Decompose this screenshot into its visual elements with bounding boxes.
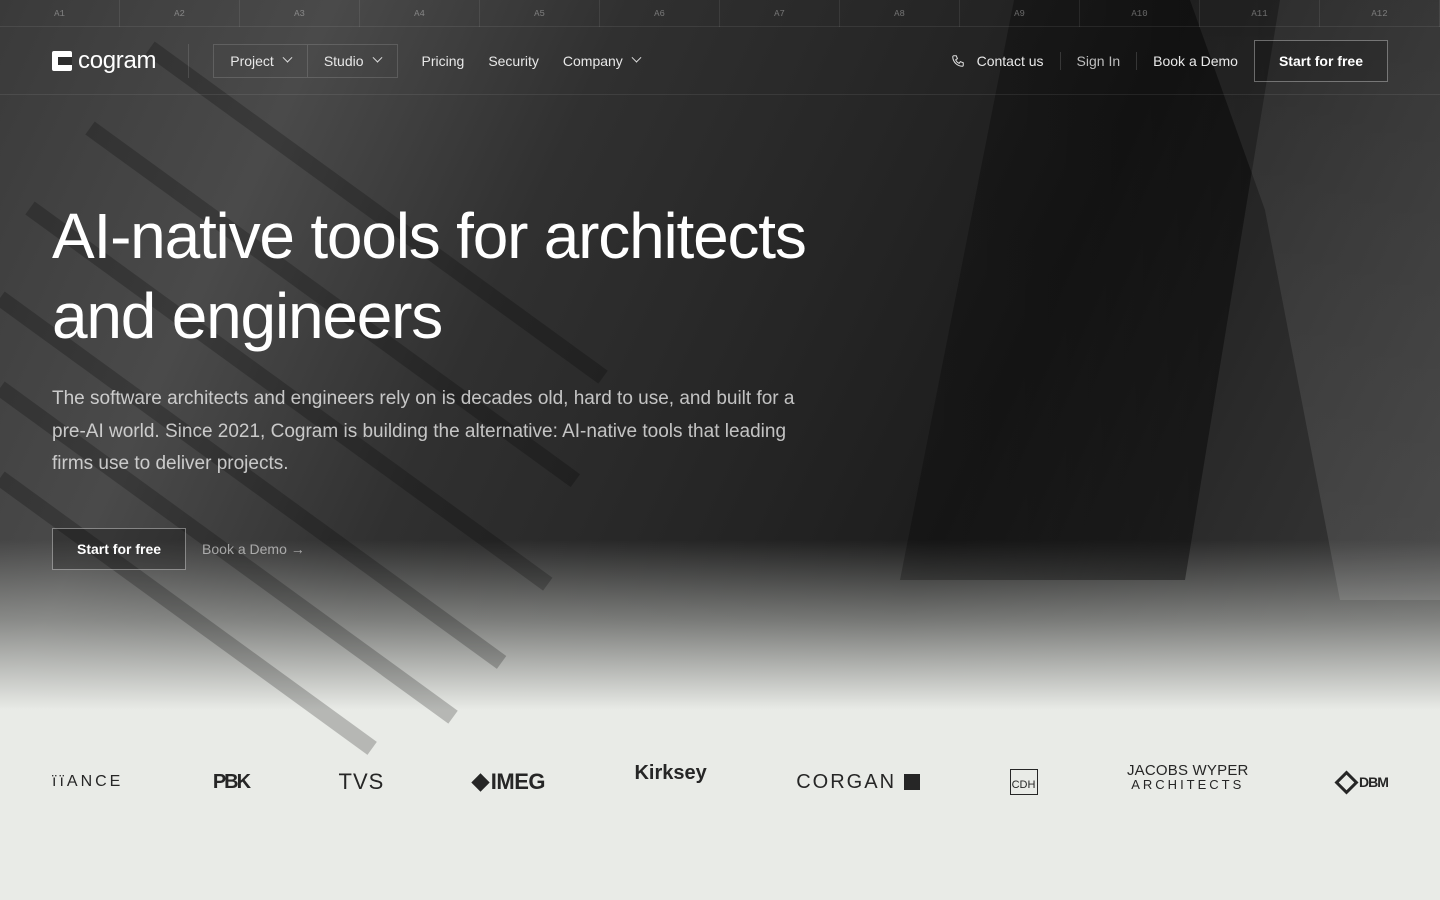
logo-jacobs-wyper: JACOBS WYPER ARCHITECTS: [1126, 762, 1249, 800]
product-menu: Project Studio: [213, 43, 398, 78]
logo-jw-line-2: ARCHITECTS: [1131, 777, 1245, 792]
book-demo-link[interactable]: Book a Demo: [1153, 53, 1238, 69]
logo-corgan: CORGAN: [796, 764, 921, 800]
nav-separator: [188, 43, 190, 78]
nav-company-label: Company: [562, 52, 623, 69]
contact-us-link[interactable]: Contact us: [951, 53, 1044, 69]
logo-imeg: IMEG: [471, 764, 546, 800]
grid-label: A8: [840, 0, 960, 27]
hero-lead-text: The software architects and engineers re…: [52, 388, 795, 474]
imeg-diamond-icon: [471, 772, 490, 792]
chevron-down-icon: [372, 52, 382, 63]
logo-kirksey-text: Kirksey: [634, 762, 707, 784]
nav-right: Contact us Sign In Book a Demo Start for…: [951, 39, 1388, 82]
column-grid: A1 A2 A3 A4 A5 A6 A7 A8 A9 A10 A11 A12: [0, 0, 1440, 27]
sign-in-link[interactable]: Sign In: [1077, 53, 1121, 69]
grid-label: A7: [720, 0, 840, 27]
hero-start-free-button[interactable]: Start for free: [52, 528, 187, 570]
logo-imeg-text: IMEG: [490, 769, 546, 794]
dbm-diamond-icon: [1334, 769, 1359, 795]
grid-label: A1: [0, 0, 120, 27]
client-logos: ïïANCE PBK TVS IMEG Kirksey CORGAN CDH J…: [52, 762, 1389, 800]
grid-label: A11: [1200, 0, 1320, 27]
nav-separator: [1059, 51, 1061, 70]
cogram-logo-icon: [52, 50, 72, 71]
grid-label: A4: [360, 0, 480, 27]
hero-book-demo-link[interactable]: Book a Demo →: [202, 541, 305, 557]
grid-label: A5: [480, 0, 600, 27]
grid-label: A9: [960, 0, 1080, 27]
hero-headline: AI-native tools for architects and engin…: [52, 196, 1012, 356]
logo-jw-line-1: JACOBS WYPER: [1126, 762, 1249, 779]
grid-label: A2: [120, 0, 240, 27]
logo-pbk: PBK: [212, 770, 251, 793]
logo-text: cogram: [78, 46, 157, 74]
nav-pricing-link[interactable]: Pricing: [422, 53, 465, 69]
logo-kirksey: Kirksey: [634, 762, 707, 800]
phone-icon: [951, 54, 964, 67]
nav-security-link[interactable]: Security: [488, 53, 539, 69]
nav-project-dropdown[interactable]: Project: [214, 45, 307, 77]
logo-tvs: TVS: [338, 769, 385, 794]
corgan-square-icon: [904, 774, 921, 790]
nav-company-dropdown[interactable]: Company: [562, 52, 642, 69]
grid-label: A3: [240, 0, 360, 27]
top-nav: cogram Project Studio Pricing Security C…: [0, 27, 1440, 95]
nav-studio-dropdown[interactable]: Studio: [308, 45, 397, 77]
grid-label: A12: [1320, 0, 1440, 27]
logo-aance: ïïANCE: [52, 773, 124, 790]
chevron-down-icon: [282, 52, 293, 63]
nav-links: Pricing Security Company: [422, 52, 642, 69]
nav-studio-label: Studio: [323, 52, 364, 69]
chevron-down-icon: [631, 52, 642, 63]
grid-label: A10: [1080, 0, 1200, 27]
headline-line-2: and engineers: [52, 280, 443, 352]
nav-separator: [1136, 51, 1138, 70]
logo-dbm: DBM: [1334, 764, 1389, 800]
grid-label: A6: [600, 0, 720, 27]
nav-project-label: Project: [230, 52, 274, 69]
contact-us-label: Contact us: [976, 52, 1044, 69]
logo-corgan-text: CORGAN: [796, 770, 897, 793]
start-free-button[interactable]: Start for free: [1253, 39, 1388, 82]
headline-line-1: AI-native tools for architects: [52, 200, 807, 272]
logo-link[interactable]: cogram: [52, 46, 157, 75]
hero-cta-row: Start for free Book a Demo →: [52, 528, 305, 570]
logo-cdh: CDH: [1009, 769, 1038, 795]
logo-dbm-text: DBM: [1359, 774, 1389, 790]
